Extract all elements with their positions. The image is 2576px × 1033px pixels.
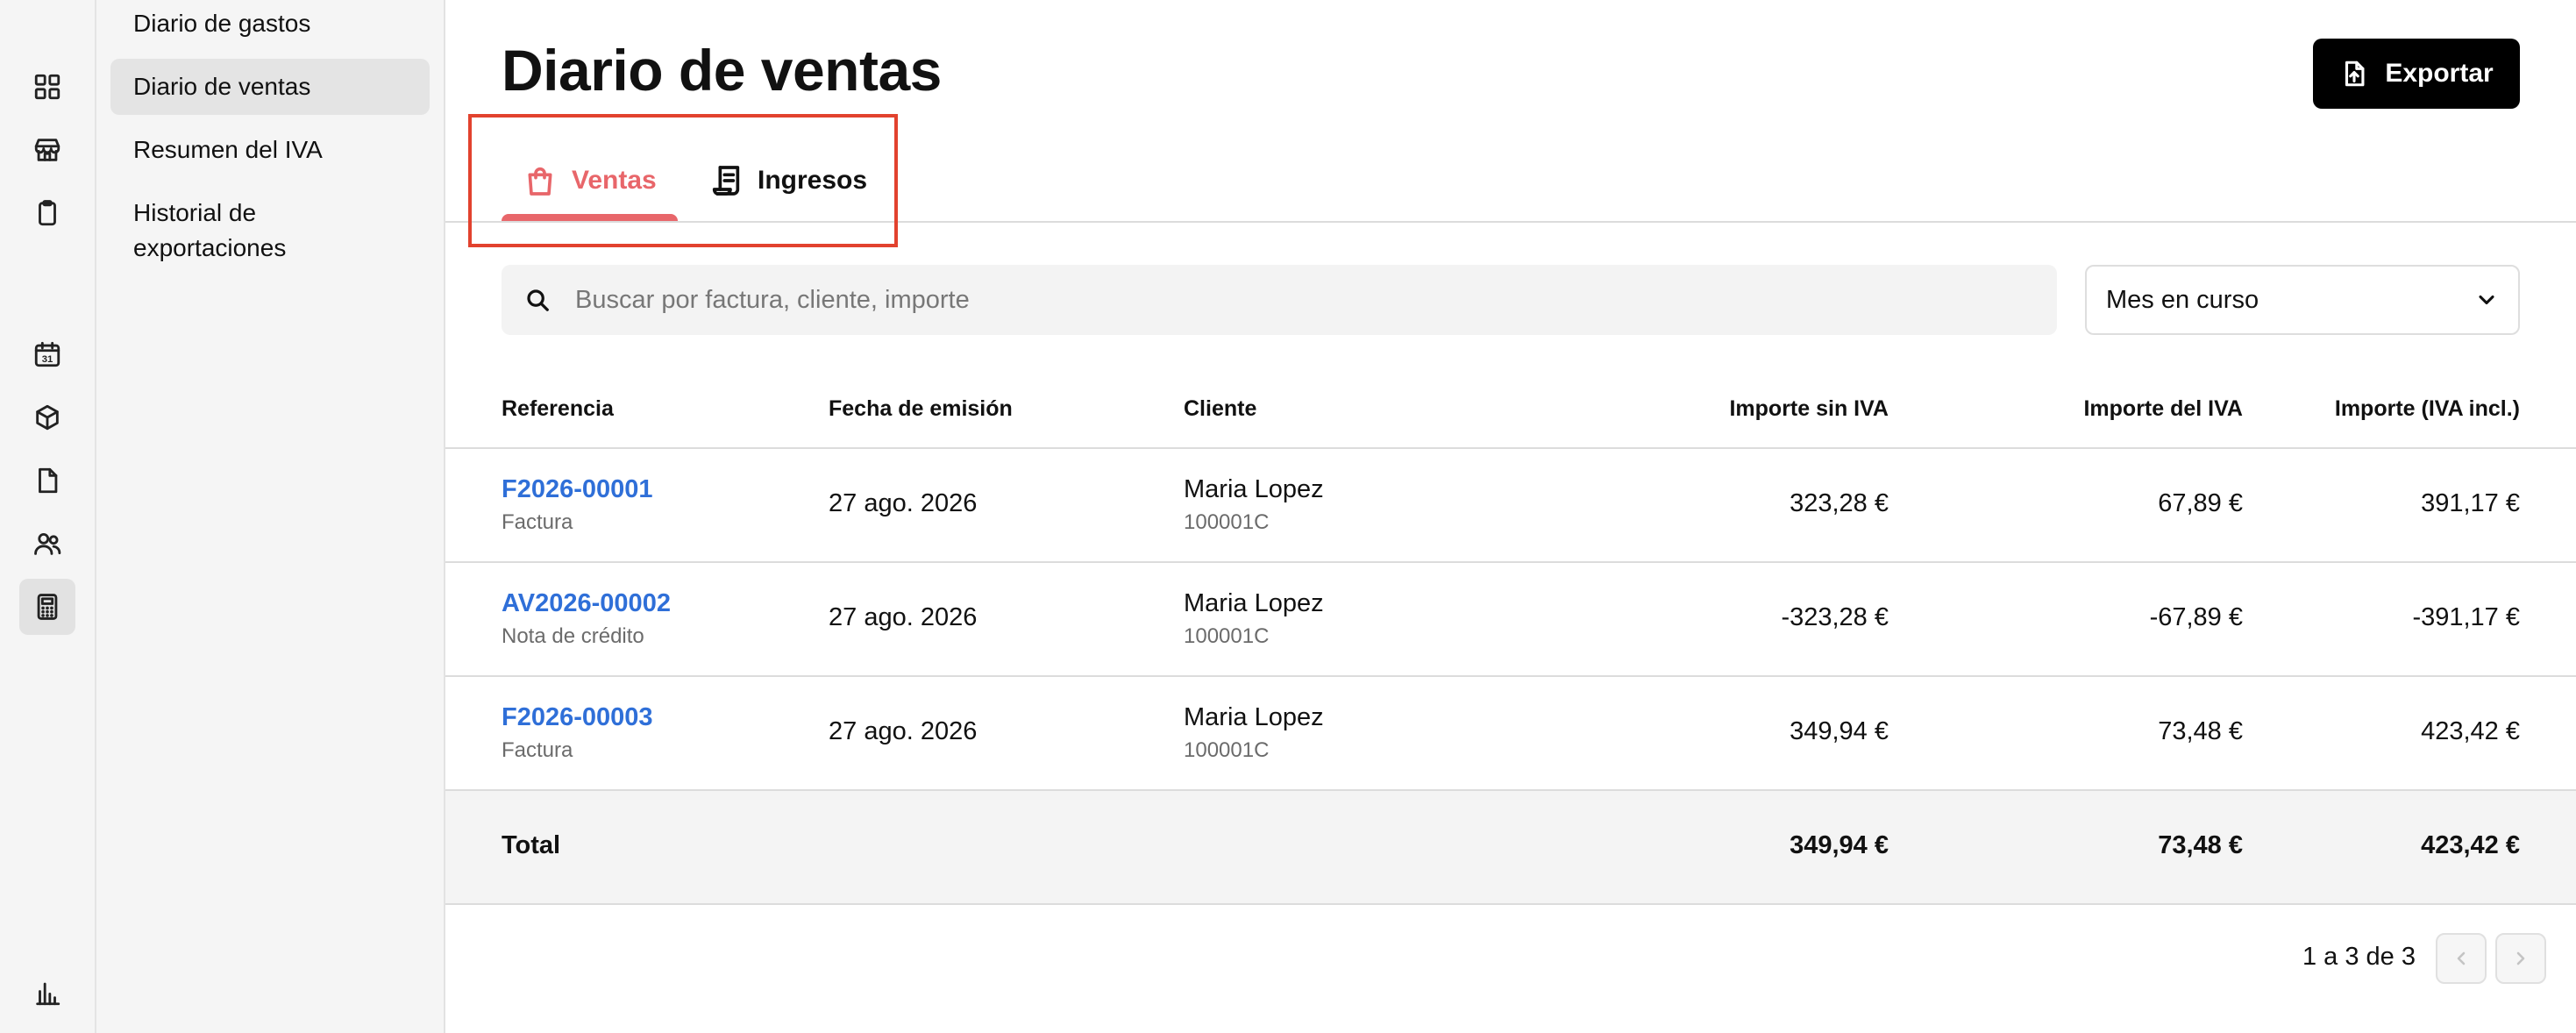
page-title: Diario de ventas [502,38,942,103]
store-icon[interactable] [19,122,75,178]
issue-date: 27 ago. 2026 [829,489,978,517]
calculator-icon[interactable] [19,579,75,635]
table-row[interactable]: F2026-00001 Factura 27 ago. 2026 Maria L… [445,449,2576,561]
export-label: Exportar [2385,59,2494,88]
search-box[interactable] [502,265,2057,335]
amount-gross: 423,42 € [2421,717,2520,745]
column-header-referencia[interactable]: Referencia [502,396,614,422]
chart-icon[interactable] [19,965,75,1021]
search-icon [527,289,549,311]
amount-gross: -391,17 € [2412,603,2520,631]
reference-link[interactable]: F2026-00003 [502,703,653,732]
document-type: Factura [502,510,573,534]
table-row[interactable]: AV2026-00002 Nota de crédito 27 ago. 202… [445,563,2576,675]
table-row[interactable]: F2026-00003 Factura 27 ago. 2026 Maria L… [445,677,2576,789]
column-header-importe-iva[interactable]: Importe del IVA [2083,396,2243,422]
amount-net: 323,28 € [1790,489,1889,517]
export-button[interactable]: Exportar [2313,39,2520,109]
svg-text:31: 31 [42,354,53,365]
total-gross: 423,42 € [2421,831,2520,859]
amount-net: -323,28 € [1781,603,1889,631]
issue-date: 27 ago. 2026 [829,603,978,631]
users-icon[interactable] [19,516,75,572]
clipboard-icon[interactable] [19,185,75,241]
client-name: Maria Lopez [1184,475,1324,503]
document-icon[interactable] [19,452,75,509]
main-content: Diario de ventas Exportar Ventas Ingreso… [445,0,2576,1033]
search-input[interactable] [575,285,1978,315]
chevron-left-icon [2457,951,2466,965]
client-code: 100001C [1184,510,1270,534]
column-header-importe-sin-iva[interactable]: Importe sin IVA [1729,396,1889,422]
next-page-button[interactable] [2495,933,2546,984]
column-header-cliente[interactable]: Cliente [1184,396,1256,422]
highlight-annotation-box [468,114,898,247]
section-sidebar: Diario de gastos Diario de ventas Resume… [96,0,445,1033]
amount-gross: 391,17 € [2421,489,2520,517]
box-icon[interactable] [19,389,75,445]
client-code: 100001C [1184,738,1270,762]
reference-link[interactable]: AV2026-00002 [502,589,671,618]
total-net: 349,94 € [1790,831,1889,859]
table-bottom-divider [445,903,2576,905]
table-total-row: Total 349,94 € 73,48 € 423,42 € [445,791,2576,903]
total-label: Total [502,831,561,859]
sidebar-item-diario-ventas[interactable]: Diario de ventas [110,59,430,115]
amount-net: 349,94 € [1790,717,1889,745]
chevron-down-icon [2479,295,2494,305]
sidebar-item-diario-gastos[interactable]: Diario de gastos [110,6,430,41]
sidebar-item-historial-exportaciones[interactable]: Historial de exportaciones [110,196,374,266]
dashboard-icon[interactable] [19,59,75,115]
chevron-right-icon [2516,951,2525,965]
sidebar-item-resumen-iva[interactable]: Resumen del IVA [110,132,430,167]
calendar-icon[interactable]: 31 [19,326,75,382]
period-select[interactable]: Mes en curso [2085,265,2520,335]
column-header-fecha[interactable]: Fecha de emisión [829,396,1013,422]
client-code: 100001C [1184,624,1270,648]
document-type: Factura [502,738,573,762]
client-name: Maria Lopez [1184,589,1324,617]
column-header-importe-total[interactable]: Importe (IVA incl.) [2335,396,2520,422]
icon-rail: 31 [0,0,96,1033]
previous-page-button[interactable] [2436,933,2487,984]
document-type: Nota de crédito [502,624,644,648]
amount-vat: 73,48 € [2158,717,2243,745]
amount-vat: 67,89 € [2158,489,2243,517]
client-name: Maria Lopez [1184,703,1324,731]
pagination-info: 1 a 3 de 3 [2302,943,2416,971]
amount-vat: -67,89 € [2149,603,2243,631]
total-vat: 73,48 € [2158,831,2243,859]
reference-link[interactable]: F2026-00001 [502,475,653,504]
period-select-value: Mes en curso [2106,285,2259,314]
issue-date: 27 ago. 2026 [829,717,978,745]
file-upload-icon [2345,61,2365,87]
